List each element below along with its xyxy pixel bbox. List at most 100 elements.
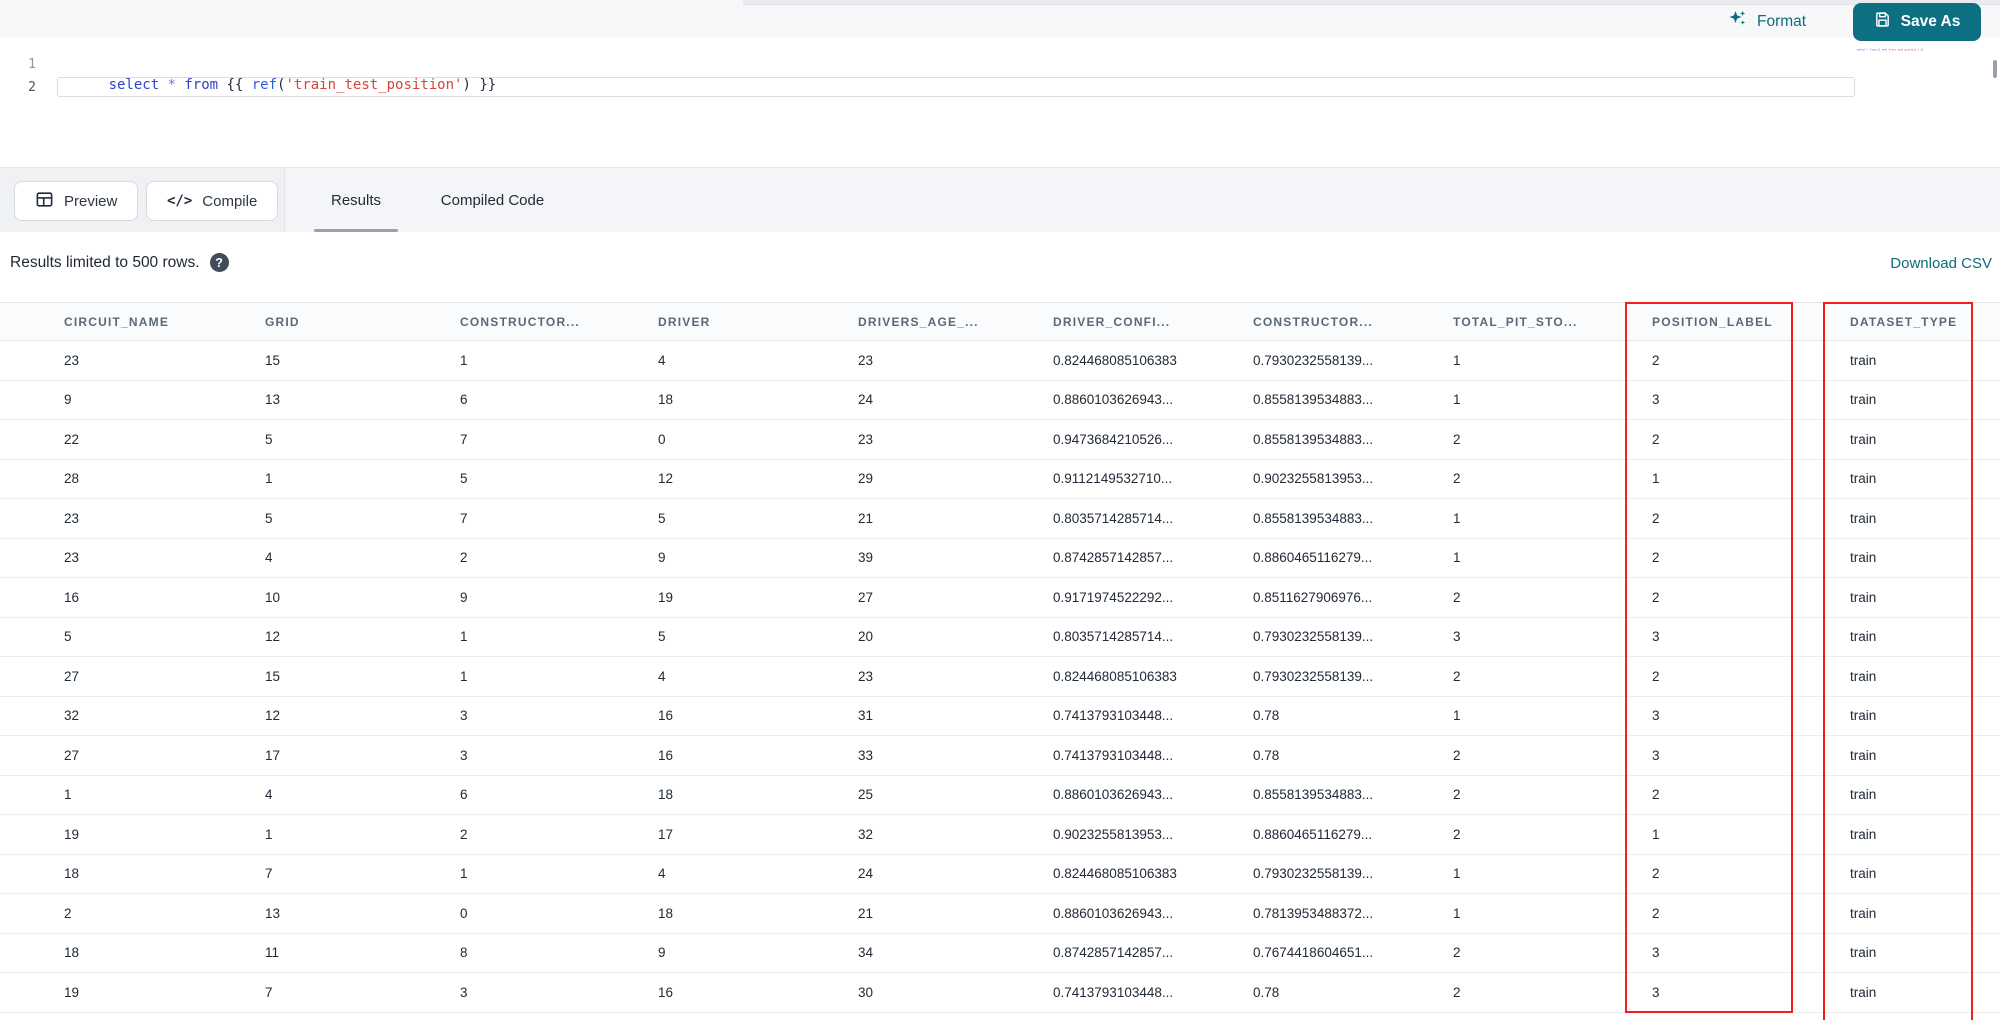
sql-editor[interactable]: 1 2 select * from{{ref('train_test_positio…	[0, 38, 2000, 167]
table-cell: train	[1850, 629, 1877, 645]
table-cell: 19	[658, 589, 674, 605]
table-cell: 0.824468085106383	[1053, 352, 1177, 368]
table-row: 18 11 8 9 34 0.8742857142857... 0.767441860465…	[0, 933, 2000, 973]
table-row: 27 15 1 4 23 0.824468085106383 0.7930232558139…	[0, 657, 2000, 697]
table-cell: 1	[1453, 392, 1461, 408]
save-as-button-label: Save As	[1900, 13, 1961, 30]
results-toolbar: Results Compiled Code Preview </> Compil…	[0, 167, 2000, 232]
minimap-slider[interactable]	[1993, 60, 1997, 78]
table-row: 16 10 9 19 27 0.9171974522292... 0.85116279069…	[0, 578, 2000, 618]
table-cell: 0.9023255813953...	[1253, 471, 1374, 487]
table-cell: train	[1850, 589, 1877, 605]
table-cell: train	[1850, 905, 1877, 921]
compile-button[interactable]: </> Compile	[146, 181, 279, 221]
minimap-code-segment: select * from {{ ref(	[1857, 48, 1888, 51]
table-cell: 28	[64, 471, 80, 487]
save-as-button[interactable]: Save As	[1853, 3, 1981, 41]
tab-compiled-code[interactable]: Compiled Code	[425, 168, 560, 232]
table-cell: 25	[858, 787, 874, 803]
help-icon[interactable]: ?	[209, 253, 229, 272]
table-cell: 20	[858, 629, 874, 645]
table-row: 28 1 5 12 29 0.9112149532710... 0.902325581395…	[0, 459, 2000, 499]
table-cell: 18	[658, 905, 674, 921]
table-cell: 27	[64, 668, 80, 684]
table-cell: train	[1850, 352, 1877, 368]
table-cell: 16	[64, 589, 80, 605]
table-row: 23 4 2 9 39 0.8742857142857... 0.8860465116279…	[0, 538, 2000, 578]
table-cell: 0.78	[1253, 708, 1280, 724]
table-cell: 33	[858, 747, 874, 763]
table-cell: 0.7813953488372...	[1253, 905, 1374, 921]
table-cell: 0.7930232558139...	[1253, 866, 1374, 882]
ref-function: ref	[251, 77, 278, 93]
code-line-1[interactable]: select * from{{ref('train_test_position')}…	[58, 55, 497, 115]
table-cell: 0.9171974522292...	[1053, 589, 1174, 605]
table-cell: 39	[858, 550, 874, 566]
table-cell: 17	[265, 747, 281, 763]
table-cell: 12	[265, 708, 281, 724]
table-cell: 1	[1453, 510, 1461, 526]
table-cell: 0.7674418604651...	[1253, 945, 1374, 961]
tab-results[interactable]: Results	[311, 168, 401, 232]
table-cell: 4	[658, 866, 666, 882]
format-button-label: Format	[1757, 12, 1807, 30]
table-cell: 9	[64, 392, 72, 408]
table-cell: 27	[64, 747, 80, 763]
table-cell: 1	[265, 826, 273, 842]
editor-minimap[interactable]: select * from {{ ref('train_test_positio…	[1857, 48, 1938, 51]
column-header: DATASET_TYPE	[1850, 314, 1958, 329]
table-cell: 15	[265, 668, 281, 684]
table-cell: 16	[658, 708, 674, 724]
table-cell: 1	[1453, 866, 1461, 882]
table-cell: 32	[64, 708, 80, 724]
table-cell: 18	[658, 787, 674, 803]
sql-star: *	[167, 77, 176, 93]
table-cell: 27	[858, 589, 874, 605]
table-cell: 0.8860103626943...	[1053, 905, 1174, 921]
table-cell: 2	[1652, 352, 1660, 368]
table-cell: train	[1850, 510, 1877, 526]
table-cell: 0.8558139534883...	[1253, 392, 1374, 408]
format-button[interactable]: Format	[1728, 9, 1806, 34]
table-header-row: CIRCUIT_NAME GRID CONSTRUCTOR... DRIVER DRIV…	[0, 302, 2000, 341]
minimap-code-segment: 'train_test_position'	[1887, 48, 1918, 51]
table-cell: 18	[658, 392, 674, 408]
table-cell: 4	[658, 352, 666, 368]
table-cell: 0.8035714285714...	[1053, 629, 1174, 645]
table-cell: 13	[265, 905, 281, 921]
table-cell: 9	[460, 589, 468, 605]
sql-keyword: select	[108, 77, 160, 93]
model-name-string: 'train_test_position'	[285, 77, 463, 93]
table-cell: 6	[460, 787, 468, 803]
table-cell: 6	[460, 392, 468, 408]
table-row: 23 15 1 4 23 0.824468085106383 0.7930232558139…	[0, 341, 2000, 381]
jinja-open-braces: {{	[226, 77, 244, 93]
table-cell: 0.824468085106383	[1053, 866, 1177, 882]
table-cell: 0.8558139534883...	[1253, 431, 1374, 447]
table-row: 2 13 0 18 21 0.8860103626943... 0.781395348837…	[0, 894, 2000, 934]
table-cell: 1	[1453, 708, 1461, 724]
table-row: 23 5 7 5 21 0.8035714285714... 0.8558139534883…	[0, 499, 2000, 539]
table-cell: 2	[1453, 787, 1461, 803]
table-cell: 21	[858, 905, 874, 921]
table-cell: 0.7413793103448...	[1053, 708, 1174, 724]
table-cell: 0.78	[1253, 984, 1280, 1000]
preview-button[interactable]: Preview	[14, 181, 139, 221]
table-cell: 0.7413793103448...	[1053, 984, 1174, 1000]
download-csv-link[interactable]: Download CSV	[1890, 255, 1992, 272]
minimap-code-segment: ) }}	[1917, 48, 1924, 51]
table-row: 5 12 1 5 20 0.8035714285714... 0.7930232558139…	[0, 617, 2000, 657]
table-cell: 2	[1652, 550, 1660, 566]
table-cell: 29	[858, 471, 874, 487]
table-cell: 2	[1652, 787, 1660, 803]
ide-window: Format Save As 1 2 select * from{{ref('tra…	[0, 0, 2000, 1020]
editor-top-bar: Format Save As	[0, 0, 2000, 41]
sql-keyword: from	[184, 77, 219, 93]
table-cell: 0.8035714285714...	[1053, 510, 1174, 526]
column-header: DRIVERS_AGE_...	[858, 314, 979, 329]
table-row: 32 12 3 16 31 0.7413793103448... 0.78 1 3 train	[0, 696, 2000, 736]
table-cell: 23	[64, 352, 80, 368]
table-cell: 0.8860103626943...	[1053, 392, 1174, 408]
table-cell: 3	[1652, 392, 1660, 408]
table-cell: 2	[1652, 431, 1660, 447]
